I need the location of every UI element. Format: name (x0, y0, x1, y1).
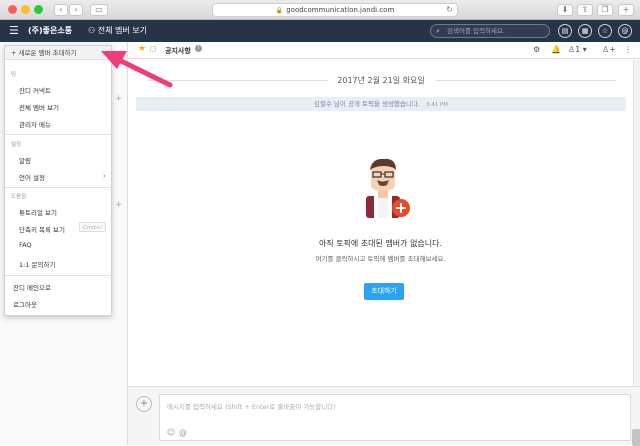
menu-item-jandi-main[interactable]: 잔디 메인으로 (13, 282, 51, 292)
address-bar[interactable]: 🔒 goodcommunication.jandi.com ↻ (212, 3, 458, 17)
invite-button[interactable]: 초대하기 (364, 283, 404, 300)
empty-state-avatar-icon (366, 158, 410, 218)
chevron-down-icon: ▾ (580, 45, 587, 54)
topic-header: ★ ▢ 공지사항 i ⚙ 🔔 ♙1 ▾ ♙+ ⋮ (128, 42, 640, 59)
connect-icon[interactable]: ⚙ (533, 44, 540, 56)
menu-item-tutorial[interactable]: 튜토리얼 보기 (19, 207, 57, 217)
reload-icon[interactable]: ↻ (446, 4, 453, 16)
all-members-label: 전체 멤버 보기 (97, 26, 147, 35)
sidebar-toggle-button[interactable]: ▭ (90, 4, 108, 16)
all-members-link[interactable]: ⚇ 전체 멤버 보기 (88, 26, 147, 36)
star-icon[interactable]: ☆ (598, 24, 612, 38)
menu-item-language[interactable]: 언어 설정 (19, 172, 45, 182)
search-placeholder: 검색어를 입력하세요. (447, 27, 505, 35)
annotation-arrow-icon (101, 51, 173, 88)
back-button[interactable]: ‹ (54, 4, 68, 16)
message-composer: + 메시지를 입력하세요 (Shift + Enter로 줄바꿈이 가능합니다)… (128, 386, 640, 446)
menu-divider (5, 134, 111, 135)
menu-item-logout[interactable]: 로그아웃 (13, 299, 37, 309)
menu-section-settings: 설정 (11, 142, 22, 148)
menu-item-all-members[interactable]: 전체 멤버 보기 (19, 102, 59, 112)
chevron-right-icon: › (103, 172, 106, 180)
minimize-window-icon[interactable] (21, 5, 30, 14)
shortcut-key-badge: Cmd+/ (79, 222, 107, 232)
file-icon[interactable]: ▤ (558, 24, 572, 38)
forward-button[interactable]: › (69, 4, 83, 16)
close-window-icon[interactable] (8, 5, 17, 14)
menu-item-notifications[interactable]: 알림 (19, 155, 31, 165)
member-count-button[interactable]: ♙1 ▾ (568, 44, 587, 56)
tabs-icon[interactable]: ❐ (597, 4, 613, 16)
maximize-window-icon[interactable] (34, 5, 43, 14)
app-header: ☰ (주)좋은소통 ⚇ 전체 멤버 보기 ⌕ 검색어를 입력하세요. ▤ ▦ ☆… (0, 20, 640, 42)
message-input[interactable]: 메시지를 입력하세요 (Shift + Enter로 줄바꿈이 가능합니다) ☺… (159, 394, 640, 446)
menu-item-jandi-connect[interactable]: 잔디 커넥트 (19, 85, 51, 95)
menu-divider (5, 187, 111, 188)
hamburger-menu-icon[interactable]: ☰ (9, 25, 19, 37)
add-dm-icon[interactable]: + (115, 200, 123, 210)
notification-bell-icon[interactable]: 🔔 (551, 44, 561, 56)
url-text: goodcommunication.jandi.com (286, 6, 395, 14)
menu-divider (5, 275, 111, 276)
menu-item-contact[interactable]: 1:1 문의하기 (19, 259, 55, 269)
search-input[interactable]: ⌕ 검색어를 입력하세요. (430, 24, 550, 38)
mention-input-icon[interactable]: @ (179, 428, 187, 437)
emoji-icon[interactable]: ☺ (167, 428, 175, 437)
search-icon: ⌕ (436, 27, 440, 35)
empty-state-title: 아직 토픽에 초대된 멤버가 없습니다. (318, 239, 443, 248)
menu-section-team: 팀 (11, 72, 17, 78)
message-area: 2017년 2월 21일 화요일 김철수 님이 공개 토픽을 생성했습니다. 3:… (128, 60, 633, 386)
add-member-icon[interactable]: ♙+ (602, 44, 616, 56)
empty-state-subtitle[interactable]: 여기를 클릭하시고 토픽에 멤버를 초대해보세요. (128, 253, 633, 263)
more-options-icon[interactable]: ⋮ (624, 44, 632, 56)
menu-section-help: 도움말 (11, 194, 27, 200)
menu-item-shortcuts[interactable]: 단축키 목록 보기 (19, 224, 65, 234)
share-icon[interactable]: ⇪ (577, 4, 593, 16)
add-topic-icon[interactable]: + (115, 94, 123, 104)
message-placeholder: 메시지를 입력하세요 (Shift + Enter로 줄바꿈이 가능합니다) (167, 403, 336, 411)
attach-plus-icon[interactable]: + (136, 396, 152, 412)
download-icon[interactable]: ⬇ (557, 4, 573, 16)
notice-text: 김철수 님이 공개 토픽을 생성했습니다. (313, 100, 420, 108)
mention-icon[interactable]: @ (618, 24, 632, 38)
notice-time: 3:41 PM (425, 102, 449, 108)
send-button[interactable]: 전송 (632, 429, 640, 446)
lock-icon: 🔒 (275, 7, 284, 14)
info-icon[interactable]: i (195, 45, 202, 52)
menu-item-faq[interactable]: FAQ (19, 241, 32, 249)
system-notice: 김철수 님이 공개 토픽을 생성했습니다. 3:41 PM (136, 97, 626, 111)
date-divider-right (436, 80, 616, 81)
team-name[interactable]: (주)좋은소통 (28, 26, 72, 36)
new-tab-icon[interactable]: + (618, 4, 634, 16)
browser-toolbar: ‹ › ▭ 🔒 goodcommunication.jandi.com ↻ ⬇ ⇪… (0, 0, 640, 20)
members-icon: ⚇ (88, 26, 98, 35)
scrollbar[interactable] (633, 60, 640, 386)
menu-item-admin[interactable]: 관리자 메뉴 (19, 119, 51, 129)
calendar-icon[interactable]: ▦ (578, 24, 592, 38)
